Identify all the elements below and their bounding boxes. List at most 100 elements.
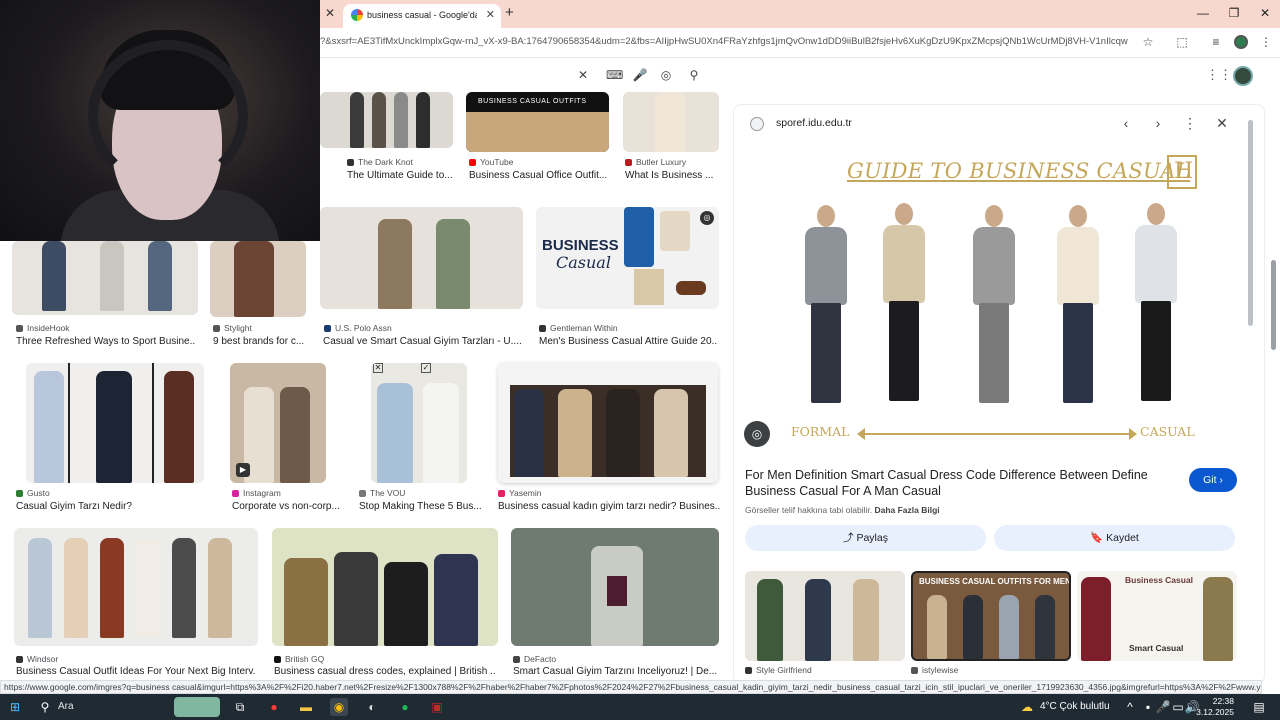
result-caption[interactable]: Business casual dress codes, explained |… bbox=[274, 666, 496, 677]
image-result-thumb[interactable]: BUSINESS Casual ◎ bbox=[536, 207, 719, 309]
result-caption[interactable]: Three Refreshed Ways to Sport Busine... bbox=[16, 336, 196, 347]
media-controls-icon[interactable]: ≡ bbox=[1208, 34, 1224, 50]
result-source: Gusto bbox=[16, 488, 50, 498]
lens-icon[interactable]: ◎ bbox=[658, 67, 674, 83]
account-avatar[interactable] bbox=[1233, 66, 1253, 86]
image-result-thumb[interactable]: ▶ bbox=[230, 363, 326, 483]
close-window-icon[interactable]: ✕ bbox=[1250, 4, 1280, 22]
page-scrollbar-thumb[interactable] bbox=[1271, 260, 1276, 350]
site-favicon-icon bbox=[625, 159, 632, 166]
thumb-caption-text: Casual bbox=[556, 253, 611, 272]
restore-icon[interactable]: ❐ bbox=[1219, 4, 1249, 22]
taskbar-search[interactable]: ⚲ Ara bbox=[32, 697, 222, 717]
opera-icon[interactable]: ● bbox=[265, 698, 283, 716]
next-icon[interactable]: › bbox=[1149, 114, 1167, 132]
profile-avatar[interactable] bbox=[1234, 35, 1248, 49]
result-caption[interactable]: Stop Making These 5 Bus... bbox=[359, 501, 483, 512]
result-caption[interactable]: Business casual kadın giyim tarzı nedir?… bbox=[498, 501, 720, 512]
site-favicon-icon bbox=[232, 490, 239, 497]
notifications-icon[interactable]: ▤ bbox=[1250, 698, 1268, 716]
new-tab-icon[interactable]: + bbox=[505, 5, 514, 21]
model-figure bbox=[1129, 203, 1183, 403]
result-source: Yasemin bbox=[498, 488, 541, 498]
result-caption[interactable]: Men's Business Casual Attire Guide 20... bbox=[539, 336, 717, 347]
image-result-thumb[interactable] bbox=[272, 528, 498, 646]
result-caption[interactable]: Casual ve Smart Casual Giyim Tarzları - … bbox=[323, 336, 523, 347]
menu-dots-icon[interactable]: ⋮ bbox=[1258, 34, 1274, 50]
image-result-thumb-hovered[interactable] bbox=[498, 363, 718, 483]
previous-icon[interactable]: ‹ bbox=[1117, 114, 1135, 132]
result-title[interactable]: For Men Definition Smart Casual Dress Co… bbox=[745, 467, 1165, 499]
clear-search-icon[interactable]: ✕ bbox=[575, 67, 591, 83]
more-options-icon[interactable]: ⋮ bbox=[1181, 114, 1199, 132]
tray-overflow-icon[interactable]: ^ bbox=[1121, 698, 1139, 716]
lens-search-icon[interactable]: ◎ bbox=[744, 421, 770, 447]
search-box[interactable]: ✕ ⌨ 🎤 ◎ ⚲ bbox=[320, 60, 712, 90]
spotify-icon[interactable]: ● bbox=[396, 698, 414, 716]
image-result-thumb[interactable]: BUSINESS CASUAL OUTFITS bbox=[466, 92, 609, 152]
page-scrollbar[interactable] bbox=[1268, 60, 1278, 680]
arrow-right-icon bbox=[1129, 428, 1137, 440]
tab-active[interactable]: business casual - Google'da Ara ✕ bbox=[343, 4, 501, 28]
result-caption[interactable]: Business Casual Office Outfit... bbox=[469, 170, 609, 181]
file-explorer-icon[interactable]: ▬ bbox=[297, 698, 315, 716]
result-source: The VOU bbox=[359, 488, 405, 498]
image-result-thumb[interactable] bbox=[511, 528, 719, 646]
image-result-thumb[interactable] bbox=[14, 528, 258, 646]
windows-start-icon[interactable]: ⊞ bbox=[6, 698, 24, 716]
related-image-thumb[interactable]: Business Casual Smart Casual bbox=[1077, 571, 1237, 661]
site-favicon-icon bbox=[498, 490, 505, 497]
microphone-icon[interactable]: 🎤 bbox=[632, 67, 648, 83]
learn-more-link[interactable]: Daha Fazla Bilgi bbox=[874, 505, 939, 515]
image-result-thumb[interactable]: ✕ ✓ bbox=[371, 363, 467, 483]
google-favicon-icon bbox=[351, 9, 363, 21]
close-tab-icon[interactable]: ✕ bbox=[323, 6, 337, 20]
chrome-icon[interactable]: ◉ bbox=[330, 698, 348, 716]
result-source: U.S. Polo Assn bbox=[324, 323, 392, 333]
model-figure bbox=[799, 205, 853, 405]
image-result-thumb[interactable] bbox=[320, 92, 453, 148]
site-favicon-icon bbox=[347, 159, 354, 166]
result-caption[interactable]: Business Casual Outfit Ideas For Your Ne… bbox=[16, 666, 256, 677]
model-figure bbox=[967, 205, 1021, 405]
result-caption[interactable]: The Ultimate Guide to... bbox=[347, 170, 457, 181]
panel-scrollbar[interactable] bbox=[1248, 120, 1253, 326]
app-icon[interactable]: ◐ bbox=[363, 698, 381, 716]
google-apps-icon[interactable]: ⋮⋮ bbox=[1206, 68, 1232, 82]
result-caption[interactable]: Corporate vs non-corp... bbox=[232, 501, 342, 512]
related-image-thumb[interactable]: BUSINESS CASUAL OUTFITS FOR MEN bbox=[911, 571, 1071, 661]
visit-button[interactable]: Git › bbox=[1189, 468, 1237, 492]
headset-icon bbox=[88, 40, 248, 190]
related-image-thumb[interactable] bbox=[745, 571, 905, 661]
lens-icon[interactable]: ◎ bbox=[700, 211, 714, 225]
bookmark-star-icon[interactable]: ☆ bbox=[1140, 34, 1156, 50]
app-icon[interactable]: ▣ bbox=[428, 698, 446, 716]
result-caption[interactable]: Casual Giyim Tarzı Nedir? bbox=[16, 501, 206, 512]
result-source: The Dark Knot bbox=[347, 157, 413, 167]
taskbar-clock[interactable]: 22:38 3.12.2025 bbox=[1196, 696, 1234, 718]
image-result-thumb[interactable] bbox=[210, 241, 306, 317]
result-caption[interactable]: 9 best brands for c... bbox=[213, 336, 305, 347]
close-tab-icon[interactable]: ✕ bbox=[486, 8, 495, 22]
image-result-thumb[interactable] bbox=[623, 92, 719, 152]
share-button[interactable]: ⤴ Paylaş bbox=[745, 525, 986, 551]
thumb-caption-text: BUSINESS bbox=[542, 237, 619, 254]
panel-site-name[interactable]: sporef.idu.edu.tr bbox=[776, 117, 852, 129]
minimize-icon[interactable]: — bbox=[1188, 4, 1218, 22]
image-result-thumb[interactable] bbox=[26, 363, 204, 483]
result-caption[interactable]: Smart Casual Giyim Tarzını İnceliyoruz! … bbox=[513, 666, 719, 677]
keyboard-icon[interactable]: ⌨ bbox=[606, 67, 623, 83]
search-icon[interactable]: ⚲ bbox=[686, 67, 702, 83]
image-result-thumb[interactable] bbox=[320, 207, 523, 309]
result-caption[interactable]: What Is Business ... bbox=[625, 170, 719, 181]
preview-image[interactable]: GUIDE TO BUSINESS CASUAL FORMAL CASUAL bbox=[769, 141, 1241, 459]
close-panel-icon[interactable]: ✕ bbox=[1213, 114, 1231, 132]
save-button[interactable]: 🔖 Kaydet bbox=[994, 525, 1235, 551]
site-favicon-icon bbox=[513, 656, 520, 663]
address-bar[interactable]: ?&sxsrf=AE3TifMxUnckImplxGqw-rnJ_vX-x9-B… bbox=[320, 36, 1128, 47]
weather-text[interactable]: 4°C Çok bulutlu bbox=[1040, 701, 1110, 712]
image-result-thumb[interactable] bbox=[12, 241, 198, 315]
task-view-icon[interactable]: ⧉ bbox=[231, 698, 249, 716]
extensions-icon[interactable]: ⬚ bbox=[1174, 34, 1190, 50]
copyright-notice: Görseller telif hakkına tabi olabilir. D… bbox=[745, 505, 940, 515]
